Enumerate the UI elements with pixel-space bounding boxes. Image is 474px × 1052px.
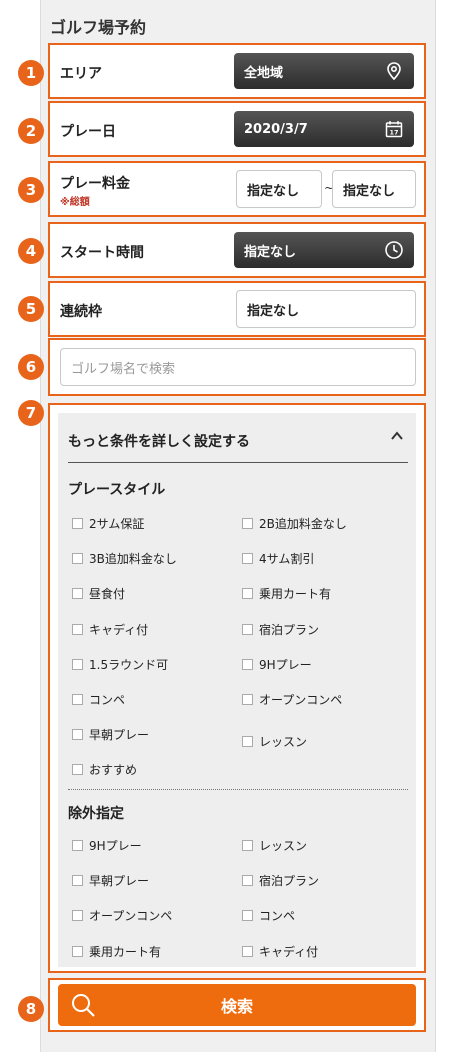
section-divider <box>68 789 408 790</box>
play-style-option[interactable]: レッスン <box>242 733 307 750</box>
page-title: ゴルフ場予約 <box>50 18 147 37</box>
step-marker-7: 7 <box>18 400 44 426</box>
step-marker-8: 8 <box>18 996 44 1022</box>
more-conditions-panel: もっと条件を詳しく設定する プレースタイル 2サム保証 2B追加料金なし 3B追… <box>58 413 416 967</box>
play-style-option[interactable]: 9Hプレー <box>242 656 312 673</box>
area-select-button[interactable]: 全地域 <box>234 53 414 89</box>
course-search-placeholder: ゴルフ場名で検索 <box>71 361 176 377</box>
play-fee-label: プレー料金 <box>60 176 130 192</box>
play-style-option[interactable]: コンペ <box>72 691 125 708</box>
search-button-label: 検索 <box>220 997 253 1016</box>
play-date-value: 2020/3/7 <box>244 121 308 137</box>
start-time-row: スタート時間 指定なし <box>48 222 426 278</box>
exclude-option[interactable]: 早朝プレー <box>72 872 149 889</box>
step-marker-6: 6 <box>18 354 44 380</box>
play-style-option[interactable]: オープンコンペ <box>242 691 342 708</box>
search-button[interactable]: 検索 <box>58 984 416 1026</box>
fee-min-select[interactable]: 指定なし <box>236 170 322 208</box>
exclude-option[interactable]: レッスン <box>242 837 307 854</box>
exclude-option[interactable]: 乗用カート有 <box>72 943 161 960</box>
consecutive-select[interactable]: 指定なし <box>236 290 416 328</box>
svg-text:17: 17 <box>389 129 398 137</box>
divider <box>68 462 408 463</box>
consecutive-row: 連続枠 指定なし <box>48 281 426 337</box>
play-style-title: プレースタイル <box>68 482 166 498</box>
area-label: エリア <box>60 66 102 82</box>
play-date-label: プレー日 <box>60 124 116 140</box>
course-search-input[interactable]: ゴルフ場名で検索 <box>60 348 416 386</box>
exclude-option[interactable]: コンペ <box>242 907 295 924</box>
play-fee-row: プレー料金 ※総額 指定なし ~ 指定なし <box>48 161 426 217</box>
more-conditions-box: もっと条件を詳しく設定する プレースタイル 2サム保証 2B追加料金なし 3B追… <box>48 403 426 973</box>
more-conditions-toggle[interactable]: もっと条件を詳しく設定する <box>68 431 250 451</box>
fee-max-value: 指定なし <box>343 183 396 199</box>
play-style-option[interactable]: 4サム割引 <box>242 550 314 567</box>
course-search-row: ゴルフ場名で検索 <box>48 338 426 396</box>
consecutive-label: 連続枠 <box>60 304 102 320</box>
play-style-option[interactable]: 乗用カート有 <box>242 585 331 602</box>
clock-icon <box>385 241 403 259</box>
area-row: エリア 全地域 <box>48 43 426 99</box>
map-pin-icon <box>387 62 401 81</box>
exclude-option[interactable]: 9Hプレー <box>72 837 142 854</box>
step-marker-2: 2 <box>18 118 44 144</box>
play-style-option[interactable]: 早朝プレー <box>72 726 149 743</box>
step-marker-3: 3 <box>18 177 44 203</box>
start-time-button[interactable]: 指定なし <box>234 232 414 268</box>
start-time-label: スタート時間 <box>60 245 144 261</box>
play-date-button[interactable]: 2020/3/7 17 <box>234 111 414 147</box>
play-style-option[interactable]: 2サム保証 <box>72 515 144 532</box>
play-style-option[interactable]: キャディ付 <box>72 621 148 638</box>
play-style-option[interactable]: 宿泊プラン <box>242 621 319 638</box>
step-marker-1: 1 <box>18 60 44 86</box>
play-date-row: プレー日 2020/3/7 17 <box>48 101 426 157</box>
chevron-up-icon[interactable] <box>390 429 404 443</box>
exclude-option[interactable]: キャディ付 <box>242 943 318 960</box>
step-marker-4: 4 <box>18 238 44 264</box>
exclude-option[interactable]: オープンコンペ <box>72 907 172 924</box>
consecutive-value: 指定なし <box>247 303 300 319</box>
start-time-value: 指定なし <box>244 244 297 260</box>
play-style-option[interactable]: 1.5ラウンド可 <box>72 656 168 673</box>
fee-max-select[interactable]: 指定なし <box>332 170 416 208</box>
area-value: 全地域 <box>244 65 284 81</box>
search-icon <box>72 994 95 1017</box>
step-marker-5: 5 <box>18 296 44 322</box>
play-fee-note: ※総額 <box>60 197 90 208</box>
fee-min-value: 指定なし <box>247 183 300 199</box>
exclude-option[interactable]: 宿泊プラン <box>242 872 319 889</box>
play-style-option[interactable]: 2B追加料金なし <box>242 515 347 532</box>
calendar-icon: 17 <box>385 121 403 138</box>
play-style-option[interactable]: 昼食付 <box>72 585 125 602</box>
play-style-option[interactable]: おすすめ <box>72 761 137 778</box>
exclude-title: 除外指定 <box>68 806 124 822</box>
play-style-option[interactable]: 3B追加料金なし <box>72 550 177 567</box>
search-row: 検索 <box>48 978 426 1032</box>
